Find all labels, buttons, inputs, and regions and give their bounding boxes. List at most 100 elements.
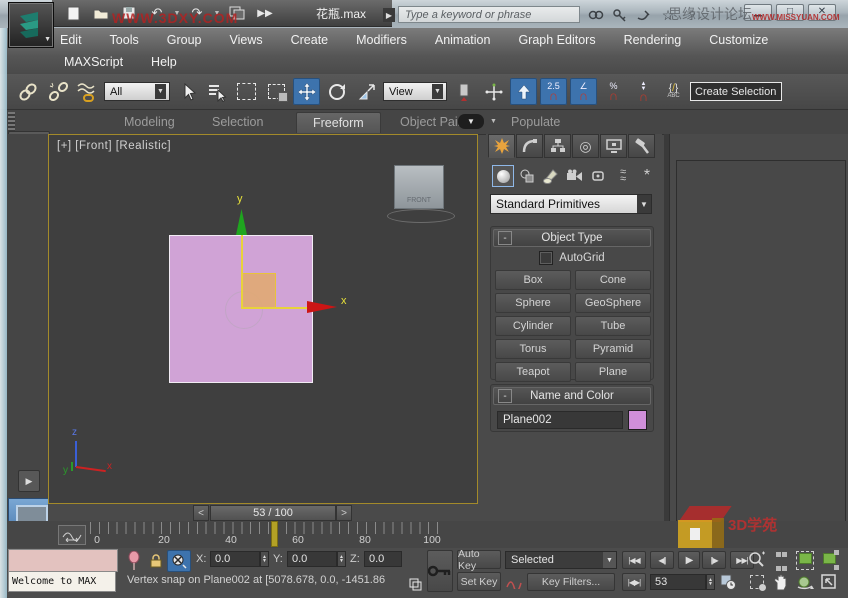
percent-snap-toggle[interactable]: % ∩ <box>600 78 627 105</box>
communication-center-icon[interactable] <box>632 5 656 25</box>
collapse-icon[interactable]: - <box>498 389 512 403</box>
menu-tools[interactable]: Tools <box>96 30 153 50</box>
z-coord-field[interactable]: 0.0 <box>364 551 402 567</box>
orbit-button[interactable] <box>794 572 816 592</box>
zoom-all-button[interactable] <box>770 550 792 570</box>
collapse-icon[interactable]: - <box>498 231 512 245</box>
x-coord-field[interactable]: 0.0 <box>210 551 260 567</box>
viewport-front[interactable]: [+] [Front] [Realistic] y x FRONT z y x <box>48 134 478 504</box>
select-and-link-icon[interactable] <box>14 78 41 105</box>
box-button[interactable]: Box <box>495 270 571 290</box>
named-selection-sets-field[interactable]: Create Selection <box>690 82 782 101</box>
search-icon[interactable] <box>584 5 608 25</box>
maxscript-mini-listener-macro[interactable] <box>8 549 118 572</box>
infocenter-expand-button[interactable]: ▶ <box>383 8 395 22</box>
field-of-view-region-button[interactable] <box>746 572 768 592</box>
chevron-down-icon[interactable]: ▼ <box>490 118 497 125</box>
search-input[interactable]: Type a keyword or phrase <box>398 6 580 23</box>
menu-views[interactable]: Views <box>215 30 276 50</box>
menu-customize[interactable]: Customize <box>695 30 782 50</box>
spinner-snap-toggle[interactable]: ▲▼∩ <box>630 78 657 105</box>
ribbon-minimize-dropdown[interactable]: ▼ <box>458 114 484 129</box>
menu-help[interactable]: Help <box>137 52 191 72</box>
selection-lock-icon[interactable] <box>148 552 164 568</box>
reference-coordinate-system-dropdown[interactable]: View▼ <box>383 82 447 101</box>
object-name-field[interactable]: Plane002 <box>497 411 623 429</box>
tab-motion[interactable]: ◎ <box>572 134 599 158</box>
selection-filter-dropdown[interactable]: All▼ <box>104 82 170 101</box>
time-slider-handle[interactable]: 53 / 100 <box>210 505 336 521</box>
gizmo-y-axis-line[interactable] <box>241 235 243 308</box>
ribbon-tab-selection[interactable]: Selection <box>196 112 279 132</box>
bind-to-space-warp-icon[interactable] <box>74 78 101 105</box>
next-frame-button[interactable]: ||▶ <box>702 551 726 569</box>
pan-hand-button[interactable] <box>770 572 792 592</box>
geometry-icon[interactable] <box>492 165 514 187</box>
keyboard-shortcut-override-toggle[interactable] <box>510 78 537 105</box>
menu-graph-editors[interactable]: Graph Editors <box>504 30 609 50</box>
cameras-icon[interactable] <box>564 165 586 187</box>
sphere-button[interactable]: Sphere <box>495 293 571 313</box>
gizmo-xy-plane-handle[interactable] <box>241 273 276 309</box>
time-configuration-button[interactable] <box>718 573 738 591</box>
set-keys-button[interactable] <box>427 550 453 592</box>
select-object-icon[interactable] <box>173 78 200 105</box>
select-and-rotate-button[interactable] <box>323 78 350 105</box>
ribbon-tab-populate[interactable]: Populate <box>495 112 576 132</box>
menu-animation[interactable]: Animation <box>421 30 505 50</box>
new-scene-button[interactable] <box>62 3 84 23</box>
cylinder-button[interactable]: Cylinder <box>495 316 571 336</box>
menu-maxscript[interactable]: MAXScript <box>50 52 137 72</box>
menu-modifiers[interactable]: Modifiers <box>342 30 421 50</box>
zoom-button[interactable] <box>746 550 768 570</box>
pyramid-button[interactable]: Pyramid <box>575 339 651 359</box>
unlink-selection-icon[interactable] <box>44 78 71 105</box>
auto-key-button[interactable]: Auto Key <box>457 550 501 569</box>
autogrid-checkbox[interactable] <box>539 251 553 265</box>
tab-create[interactable] <box>488 134 515 158</box>
select-and-manipulate-button[interactable] <box>480 78 507 105</box>
x-spinner[interactable]: ▲▼ <box>260 551 269 567</box>
angle-snap-toggle[interactable]: ∠∩ <box>570 78 597 105</box>
menu-create[interactable]: Create <box>277 30 343 50</box>
tab-hierarchy[interactable] <box>544 134 571 158</box>
adaptive-degradation-icon[interactable] <box>408 577 422 591</box>
selection-set-dropdown[interactable]: Selected ▼ <box>505 551 617 569</box>
menu-rendering[interactable]: Rendering <box>610 30 696 50</box>
tab-utilities[interactable] <box>628 134 655 158</box>
space-warps-icon[interactable]: ≈≈ <box>612 165 634 187</box>
teapot-button[interactable]: Teapot <box>495 362 571 382</box>
key-filters-button[interactable]: Key Filters... <box>527 573 615 591</box>
snaps-toggle-2.5d[interactable]: 2.5 ∩ <box>540 78 567 105</box>
y-coord-field[interactable]: 0.0 <box>287 551 337 567</box>
application-menu-button[interactable]: ▼ <box>8 2 54 48</box>
object-type-rollout-header[interactable]: - Object Type <box>493 229 651 247</box>
geosphere-button[interactable]: GeoSphere <box>575 293 651 313</box>
maximize-viewport-toggle[interactable] <box>818 572 840 592</box>
cone-button[interactable]: Cone <box>575 270 651 290</box>
ribbon-tab-modeling[interactable]: Modeling <box>108 112 191 132</box>
menu-group[interactable]: Group <box>153 30 216 50</box>
go-to-start-button[interactable]: |◀◀ <box>622 551 646 569</box>
gizmo-x-axis-line[interactable] <box>241 307 307 309</box>
viewport-label[interactable]: [+] [Front] [Realistic] <box>57 140 171 152</box>
viewport-layout-flyout-button[interactable]: ▶ <box>18 470 40 492</box>
next-frame-slider-button[interactable]: > <box>336 505 352 521</box>
previous-frame-slider-button[interactable]: < <box>193 505 209 521</box>
systems-icon[interactable]: * <box>636 165 658 187</box>
helpers-icon[interactable] <box>588 165 610 187</box>
play-button[interactable]: ▶ <box>678 551 700 569</box>
primitive-category-dropdown[interactable]: Standard Primitives ▼ <box>490 194 652 214</box>
select-and-scale-button[interactable] <box>353 78 380 105</box>
absolute-offset-mode-toggle[interactable] <box>167 550 191 572</box>
key-mode-toggle[interactable]: |◀▶| <box>622 573 646 591</box>
subscription-key-icon[interactable] <box>608 5 632 25</box>
tab-modify[interactable] <box>516 134 543 158</box>
plane-button[interactable]: Plane <box>575 362 651 382</box>
zoom-extents-selected-button[interactable] <box>794 550 816 570</box>
ribbon-tab-freeform[interactable]: Freeform <box>296 112 381 133</box>
current-frame-marker[interactable] <box>271 521 278 547</box>
object-color-swatch[interactable] <box>628 410 647 430</box>
default-in-out-tangents-icon[interactable] <box>505 573 523 591</box>
zoom-extents-all-button[interactable] <box>818 550 840 570</box>
